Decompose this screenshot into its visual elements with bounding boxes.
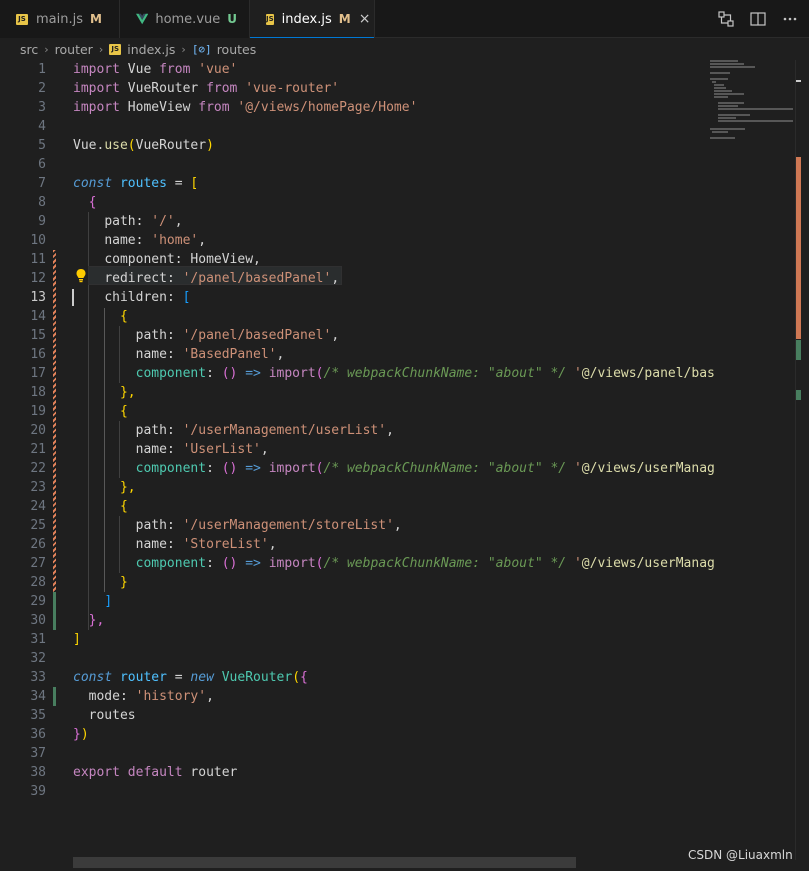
horizontal-scrollbar[interactable] bbox=[73, 857, 576, 868]
code-line: 9 path: '/', bbox=[38, 214, 183, 229]
code-line: 15 path: '/panel/basedPanel', bbox=[30, 328, 340, 343]
tab-index-js[interactable]: JS index.js M × bbox=[250, 0, 375, 38]
code-line: 5 Vue.use(VueRouter) bbox=[38, 138, 214, 153]
tab-status: M bbox=[90, 12, 102, 26]
editor-actions bbox=[717, 0, 809, 37]
code-line: 33 const router = new VueRouter({ bbox=[30, 670, 308, 685]
code-line: 38 export default router bbox=[30, 765, 238, 780]
code-line: 28 } bbox=[30, 575, 128, 590]
code-line: 22 component: () => import(/* webpackChu… bbox=[30, 461, 715, 476]
code-line: 4 bbox=[38, 119, 46, 134]
code-line: 21 name: 'UserList', bbox=[30, 442, 269, 457]
code-line: 6 bbox=[38, 157, 46, 172]
code-line: 17 component: () => import(/* webpackChu… bbox=[30, 366, 715, 381]
tab-label: index.js bbox=[281, 11, 332, 27]
code-line: 14 { bbox=[30, 309, 128, 324]
code-line: 37 bbox=[30, 746, 46, 761]
tab-status: M bbox=[338, 12, 351, 26]
code-line: 18 }, bbox=[30, 385, 136, 400]
chevron-right-icon: › bbox=[181, 42, 186, 56]
code-line: 36}) bbox=[30, 727, 89, 742]
code-line: 34 mode: 'history', bbox=[30, 689, 214, 704]
watermark: CSDN @Liuaxmln bbox=[688, 848, 793, 862]
code-line: 27 component: () => import(/* webpackChu… bbox=[30, 556, 715, 571]
tab-label: main.js bbox=[36, 11, 83, 27]
chevron-right-icon: › bbox=[44, 42, 49, 56]
code-line: 16 name: 'BasedPanel', bbox=[30, 347, 285, 362]
code-line: 3 import HomeView from '@/views/homePage/… bbox=[38, 100, 418, 115]
js-file-icon: JS bbox=[16, 13, 28, 25]
breadcrumb-router[interactable]: router bbox=[55, 42, 93, 57]
code-line: 35 routes bbox=[30, 708, 136, 723]
tab-home-vue[interactable]: home.vue U bbox=[120, 0, 250, 38]
code-line: 12 redirect: '/panel/basedPanel', bbox=[30, 271, 340, 286]
variable-icon: [⊘] bbox=[191, 42, 212, 56]
code-line: 25 path: '/userManagement/storeList', bbox=[30, 518, 402, 533]
chevron-right-icon: › bbox=[98, 42, 104, 56]
code-editor[interactable]: 1 import Vue from 'vue' 2 import VueRouter… bbox=[0, 60, 795, 860]
breadcrumb-routes[interactable]: [⊘] routes bbox=[192, 42, 256, 57]
tab-main-js[interactable]: JS main.js M bbox=[0, 0, 120, 38]
code-line: 10 name: 'home', bbox=[30, 233, 207, 248]
code-line: 2 import VueRouter from 'vue-router' bbox=[38, 81, 340, 96]
code-line: 26 name: 'StoreList', bbox=[30, 537, 277, 552]
tab-bar: JS main.js M home.vue U JS index.js M × bbox=[0, 0, 809, 38]
code-line: 20 path: '/userManagement/userList', bbox=[30, 423, 394, 438]
code-line: 30 }, bbox=[30, 613, 105, 628]
minimap[interactable] bbox=[700, 60, 795, 140]
js-file-icon: JS bbox=[266, 13, 274, 25]
code-line: 24 { bbox=[30, 499, 128, 514]
breadcrumb-index-js[interactable]: JS index.js bbox=[109, 42, 175, 57]
split-editor-icon[interactable] bbox=[749, 10, 767, 28]
compare-changes-icon[interactable] bbox=[717, 10, 735, 28]
vue-file-icon bbox=[136, 13, 149, 25]
tab-status: U bbox=[227, 12, 237, 26]
code-line: 8 { bbox=[38, 195, 97, 210]
code-line: 32 bbox=[30, 651, 46, 666]
code-line: 31] bbox=[30, 632, 81, 647]
code-line: 13 children: [ bbox=[30, 290, 191, 305]
code-line: 23 }, bbox=[30, 480, 136, 495]
code-line: 19 { bbox=[30, 404, 128, 419]
js-file-icon: JS bbox=[109, 43, 122, 55]
breadcrumb-src[interactable]: src bbox=[20, 42, 38, 57]
tab-label: home.vue bbox=[155, 11, 221, 27]
more-actions-icon[interactable] bbox=[781, 10, 799, 28]
close-icon[interactable]: × bbox=[359, 11, 371, 27]
vertical-scrollbar[interactable] bbox=[795, 60, 809, 860]
code-line: 29 ] bbox=[30, 594, 113, 609]
breadcrumb: src › router › JS index.js › [⊘] routes bbox=[0, 38, 809, 60]
code-line: 39 bbox=[30, 784, 46, 799]
code-line: 7 const routes = [ bbox=[38, 176, 199, 191]
code-line: 1 import Vue from 'vue' bbox=[38, 62, 238, 77]
code-line: 11 component: HomeView, bbox=[30, 252, 261, 267]
